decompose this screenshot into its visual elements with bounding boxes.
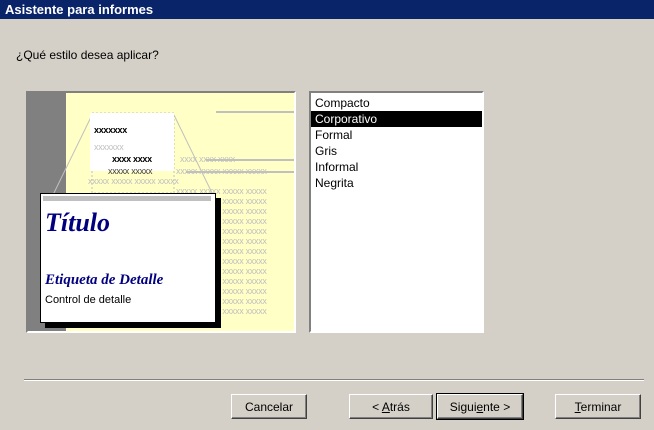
preview-row-text: xxxxx xxxxx xxxxx xxxxx <box>88 176 179 186</box>
preview-detail-card: Título Etiqueta de Detalle Control de de… <box>40 193 216 323</box>
preview-row-text: xxxxx xxxxx xxxxx xxxxx <box>176 166 267 176</box>
style-option-compacto[interactable]: Compacto <box>311 95 482 111</box>
preview-column-header: xxxx xxxx xxxx <box>180 154 235 164</box>
detail-card-bar <box>43 196 211 201</box>
style-preview: xxxxxxx xxxxxxx xxxx xxxx xxxx xxxx xxxx… <box>26 91 296 333</box>
cancel-button[interactable]: Cancelar <box>231 394 307 419</box>
window-title-bar[interactable]: Asistente para informes <box>0 0 654 19</box>
next-button[interactable]: Siguiente > <box>436 393 524 420</box>
style-question-label: ¿Qué estilo desea aplicar? <box>16 48 159 62</box>
next-rest: nte > <box>483 399 511 414</box>
style-option-formal[interactable]: Formal <box>311 127 482 143</box>
preview-detail-label: Etiqueta de Detalle <box>45 272 164 288</box>
style-listbox[interactable]: Compacto Corporativo Formal Gris Informa… <box>309 91 484 333</box>
back-prefix: < <box>372 399 382 414</box>
preview-subheader-text: xxxxxxx <box>94 142 124 152</box>
finish-button[interactable]: Terminar <box>555 394 641 419</box>
style-option-negrita[interactable]: Negrita <box>311 175 482 191</box>
separator-highlight <box>24 380 644 381</box>
style-option-informal[interactable]: Informal <box>311 159 482 175</box>
next-prefix: Sigui <box>449 399 477 414</box>
preview-detail-control: Control de detalle <box>45 294 132 306</box>
back-button[interactable]: < Atrás <box>349 394 433 419</box>
back-accel: A <box>381 399 390 414</box>
style-option-corporativo[interactable]: Corporativo <box>311 111 482 127</box>
preview-column-header: xxxxx xxxxx <box>108 166 153 176</box>
back-rest: trás <box>389 399 410 414</box>
finish-rest: erminar <box>580 399 622 414</box>
window-title: Asistente para informes <box>5 2 154 17</box>
style-option-gris[interactable]: Gris <box>311 143 482 159</box>
preview-header-text: xxxxxxx <box>94 125 127 135</box>
preview-column-header: xxxx xxxx <box>112 154 152 164</box>
preview-detail-title: Título <box>45 208 111 237</box>
